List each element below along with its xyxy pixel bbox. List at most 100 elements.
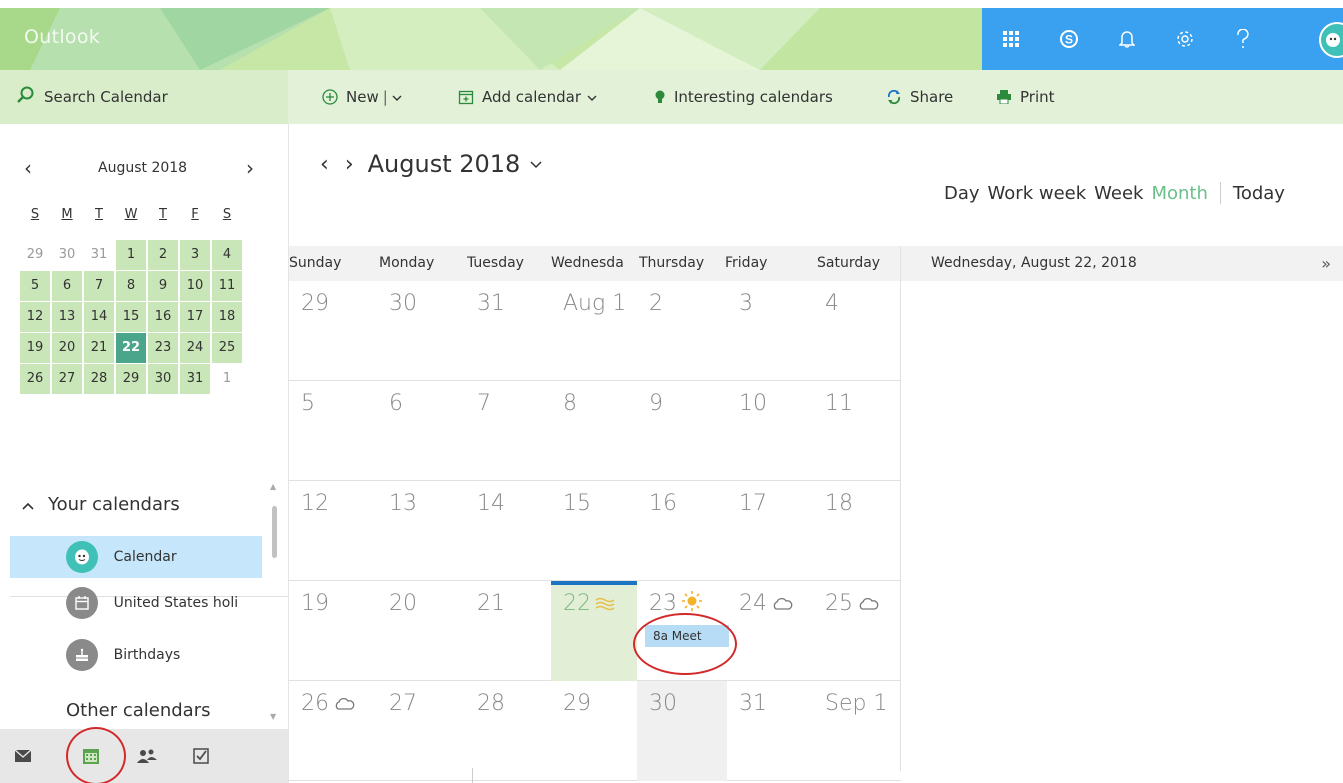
- month-day-cell[interactable]: 4: [813, 281, 901, 381]
- tasks-icon[interactable]: [186, 741, 216, 771]
- mini-calendar-day[interactable]: 30: [148, 364, 178, 394]
- next-month-button[interactable]: ›: [345, 152, 354, 177]
- mini-calendar-day[interactable]: 21: [84, 333, 114, 363]
- mini-calendar-day[interactable]: 29: [116, 364, 146, 394]
- user-avatar[interactable]: [1319, 22, 1343, 58]
- month-day-cell[interactable]: 13: [377, 481, 465, 581]
- gear-icon[interactable]: [1156, 8, 1214, 70]
- add-calendar-button[interactable]: Add calendar: [458, 70, 597, 124]
- month-day-cell[interactable]: 25: [813, 581, 901, 681]
- mini-calendar-day[interactable]: 5: [20, 271, 50, 301]
- mail-icon[interactable]: [8, 741, 38, 771]
- view-day-button[interactable]: Day: [944, 183, 980, 204]
- month-day-cell-today[interactable]: 22: [551, 581, 637, 681]
- app-launcher-icon[interactable]: [982, 8, 1040, 70]
- month-day-cell[interactable]: 30: [637, 681, 727, 781]
- mini-calendar-day[interactable]: 11: [212, 271, 242, 301]
- month-title[interactable]: August 2018: [368, 150, 521, 178]
- calendar-item-us-holidays[interactable]: United States holi: [10, 582, 262, 624]
- calendar-item-calendar[interactable]: Calendar: [10, 536, 262, 578]
- mini-calendar-day[interactable]: 23: [148, 333, 178, 363]
- print-button[interactable]: Print: [996, 70, 1055, 124]
- month-day-cell[interactable]: 18: [813, 481, 901, 581]
- month-day-cell[interactable]: 16: [637, 481, 727, 581]
- mini-calendar-day[interactable]: 16: [148, 302, 178, 332]
- month-day-cell[interactable]: 19: [289, 581, 377, 681]
- mini-calendar-day[interactable]: 7: [84, 271, 114, 301]
- mini-calendar-day[interactable]: 29: [20, 240, 50, 270]
- interesting-calendars-button[interactable]: Interesting calendars: [654, 70, 833, 124]
- month-day-cell[interactable]: 14: [465, 481, 551, 581]
- chevron-up-icon[interactable]: [22, 494, 34, 515]
- month-day-cell[interactable]: 29: [551, 681, 637, 781]
- month-day-cell[interactable]: 24: [727, 581, 813, 681]
- mini-calendar-today[interactable]: 22: [116, 333, 146, 363]
- month-day-cell[interactable]: 29: [289, 281, 377, 381]
- mini-calendar-day[interactable]: 28: [84, 364, 114, 394]
- chevron-down-icon[interactable]: [392, 88, 402, 106]
- mini-calendar-day[interactable]: 8: [116, 271, 146, 301]
- mini-calendar-day[interactable]: 3: [180, 240, 210, 270]
- month-day-cell[interactable]: 2: [637, 281, 727, 381]
- scroll-up-arrow[interactable]: ▲: [270, 482, 276, 491]
- mini-calendar-title[interactable]: August 2018: [98, 160, 187, 176]
- view-week-button[interactable]: Week: [1094, 183, 1143, 204]
- scroll-down-arrow[interactable]: ▼: [270, 712, 276, 721]
- mini-calendar-day[interactable]: 6: [52, 271, 82, 301]
- today-button[interactable]: Today: [1233, 183, 1285, 204]
- mini-calendar-day[interactable]: 25: [212, 333, 242, 363]
- month-day-cell[interactable]: 23 8a Meet: [633, 581, 737, 681]
- mini-calendar-day[interactable]: 1: [116, 240, 146, 270]
- mini-calendar-day[interactable]: 20: [52, 333, 82, 363]
- your-calendars-header[interactable]: Your calendars: [22, 494, 180, 515]
- month-day-cell[interactable]: 5: [289, 381, 377, 481]
- mini-calendar-day[interactable]: 18: [212, 302, 242, 332]
- share-button[interactable]: Share: [886, 70, 953, 124]
- mini-calendar-day[interactable]: 26: [20, 364, 50, 394]
- search-calendar-box[interactable]: Search Calendar: [0, 70, 288, 124]
- month-day-cell[interactable]: 7: [465, 381, 551, 481]
- month-day-cell[interactable]: 9: [637, 381, 727, 481]
- app-name[interactable]: Outlook: [24, 26, 100, 48]
- other-calendars-header[interactable]: Other calendars: [66, 700, 210, 721]
- month-day-cell[interactable]: 11: [813, 381, 901, 481]
- mini-calendar-day[interactable]: 31: [180, 364, 210, 394]
- month-day-cell[interactable]: 6: [377, 381, 465, 481]
- view-month-button[interactable]: Month: [1151, 183, 1207, 204]
- mini-prev-month-button[interactable]: ‹: [24, 156, 32, 180]
- month-day-cell[interactable]: 8: [551, 381, 637, 481]
- prev-month-button[interactable]: ‹: [320, 152, 329, 177]
- scroll-thumb[interactable]: [272, 506, 277, 558]
- month-day-cell[interactable]: 31: [465, 281, 551, 381]
- chevron-down-icon[interactable]: [530, 160, 542, 169]
- mini-calendar-day[interactable]: 4: [212, 240, 242, 270]
- month-day-cell[interactable]: 17: [727, 481, 813, 581]
- mini-calendar-day[interactable]: 12: [20, 302, 50, 332]
- month-day-cell[interactable]: 28: [465, 681, 551, 781]
- mini-calendar-day[interactable]: 14: [84, 302, 114, 332]
- mini-calendar-day[interactable]: 17: [180, 302, 210, 332]
- people-icon[interactable]: [132, 741, 162, 771]
- mini-calendar-day[interactable]: 31: [84, 240, 114, 270]
- collapse-panel-button[interactable]: »: [1321, 246, 1331, 281]
- month-day-cell[interactable]: 10: [727, 381, 813, 481]
- mini-calendar-day[interactable]: 19: [20, 333, 50, 363]
- mini-calendar-day[interactable]: 15: [116, 302, 146, 332]
- month-day-cell[interactable]: 20: [377, 581, 465, 681]
- mini-calendar-day[interactable]: 24: [180, 333, 210, 363]
- month-day-cell[interactable]: Aug 1: [551, 281, 637, 381]
- mini-next-month-button[interactable]: ›: [246, 156, 254, 180]
- month-day-cell[interactable]: 31: [727, 681, 813, 781]
- mini-calendar-day[interactable]: 27: [52, 364, 82, 394]
- help-icon[interactable]: [1214, 8, 1272, 70]
- month-day-cell[interactable]: 27: [377, 681, 465, 781]
- mini-calendar-day[interactable]: 1: [212, 364, 242, 394]
- month-day-cell[interactable]: 30: [377, 281, 465, 381]
- calendar-item-birthdays[interactable]: Birthdays: [10, 634, 262, 676]
- month-day-cell[interactable]: Sep 1: [813, 681, 901, 781]
- mini-calendar-day[interactable]: 30: [52, 240, 82, 270]
- month-day-cell[interactable]: 3: [727, 281, 813, 381]
- mini-calendar-day[interactable]: 2: [148, 240, 178, 270]
- month-day-cell[interactable]: 26: [289, 681, 377, 781]
- mini-calendar-day[interactable]: 13: [52, 302, 82, 332]
